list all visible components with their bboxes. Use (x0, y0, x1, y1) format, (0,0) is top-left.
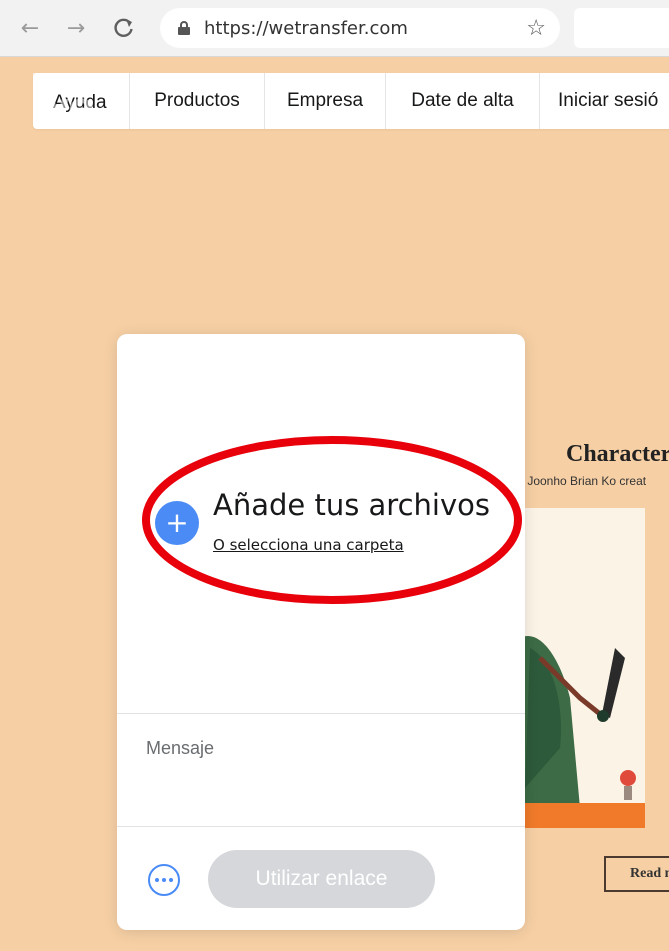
address-bar[interactable]: https://wetransfer.com ☆ (160, 8, 560, 48)
nav-item-login[interactable]: Iniciar sesió (540, 73, 669, 129)
nav-item-products-label: Productos (154, 90, 240, 111)
ad-subtitle: r Joonho Brian Ko creat (520, 474, 647, 488)
lock-icon (178, 21, 190, 35)
nav-item-signup[interactable]: Date de alta (386, 73, 540, 129)
divider (117, 826, 525, 827)
nav-item-business-label: Empresa (286, 90, 364, 111)
ad-illustration[interactable] (520, 508, 645, 828)
message-field[interactable]: Mensaje (146, 738, 214, 759)
browser-toolbar: ← → https://wetransfer.com ☆ (0, 0, 669, 57)
ad-read-more-button[interactable]: Read m (604, 856, 669, 892)
more-options-icon[interactable] (148, 864, 180, 896)
plus-icon: + (165, 506, 189, 539)
select-folder-link[interactable]: O selecciona una carpeta (213, 536, 404, 554)
reload-icon[interactable] (110, 12, 138, 44)
wetransfer-logo[interactable]: we (33, 85, 113, 135)
reload-icon-svg (114, 18, 133, 37)
forward-arrow-icon[interactable]: → (62, 12, 90, 44)
ad-illustration-art (520, 508, 645, 828)
get-link-button[interactable]: Utilizar enlace (208, 850, 435, 908)
nav-item-business[interactable]: Empresa (265, 73, 386, 129)
site-nav: Ayuda Productos Empresa Date de alta Ini… (33, 73, 669, 129)
back-arrow-icon[interactable]: ← (16, 12, 44, 44)
bookmark-star-icon[interactable]: ☆ (526, 16, 546, 41)
url-text: https://wetransfer.com (204, 17, 408, 39)
add-files-button[interactable]: + (155, 501, 199, 545)
nav-item-products[interactable]: Productos (130, 73, 265, 129)
add-files-title[interactable]: Añade tus archivos (213, 488, 490, 522)
ad-title: Character- (566, 441, 669, 467)
nav-item-signup-label: Date de alta (411, 90, 514, 111)
nav-item-login-label: Iniciar sesió (558, 90, 659, 111)
extension-area (574, 8, 669, 48)
divider (117, 713, 525, 714)
upload-panel: + Añade tus archivos O selecciona una ca… (117, 334, 525, 930)
